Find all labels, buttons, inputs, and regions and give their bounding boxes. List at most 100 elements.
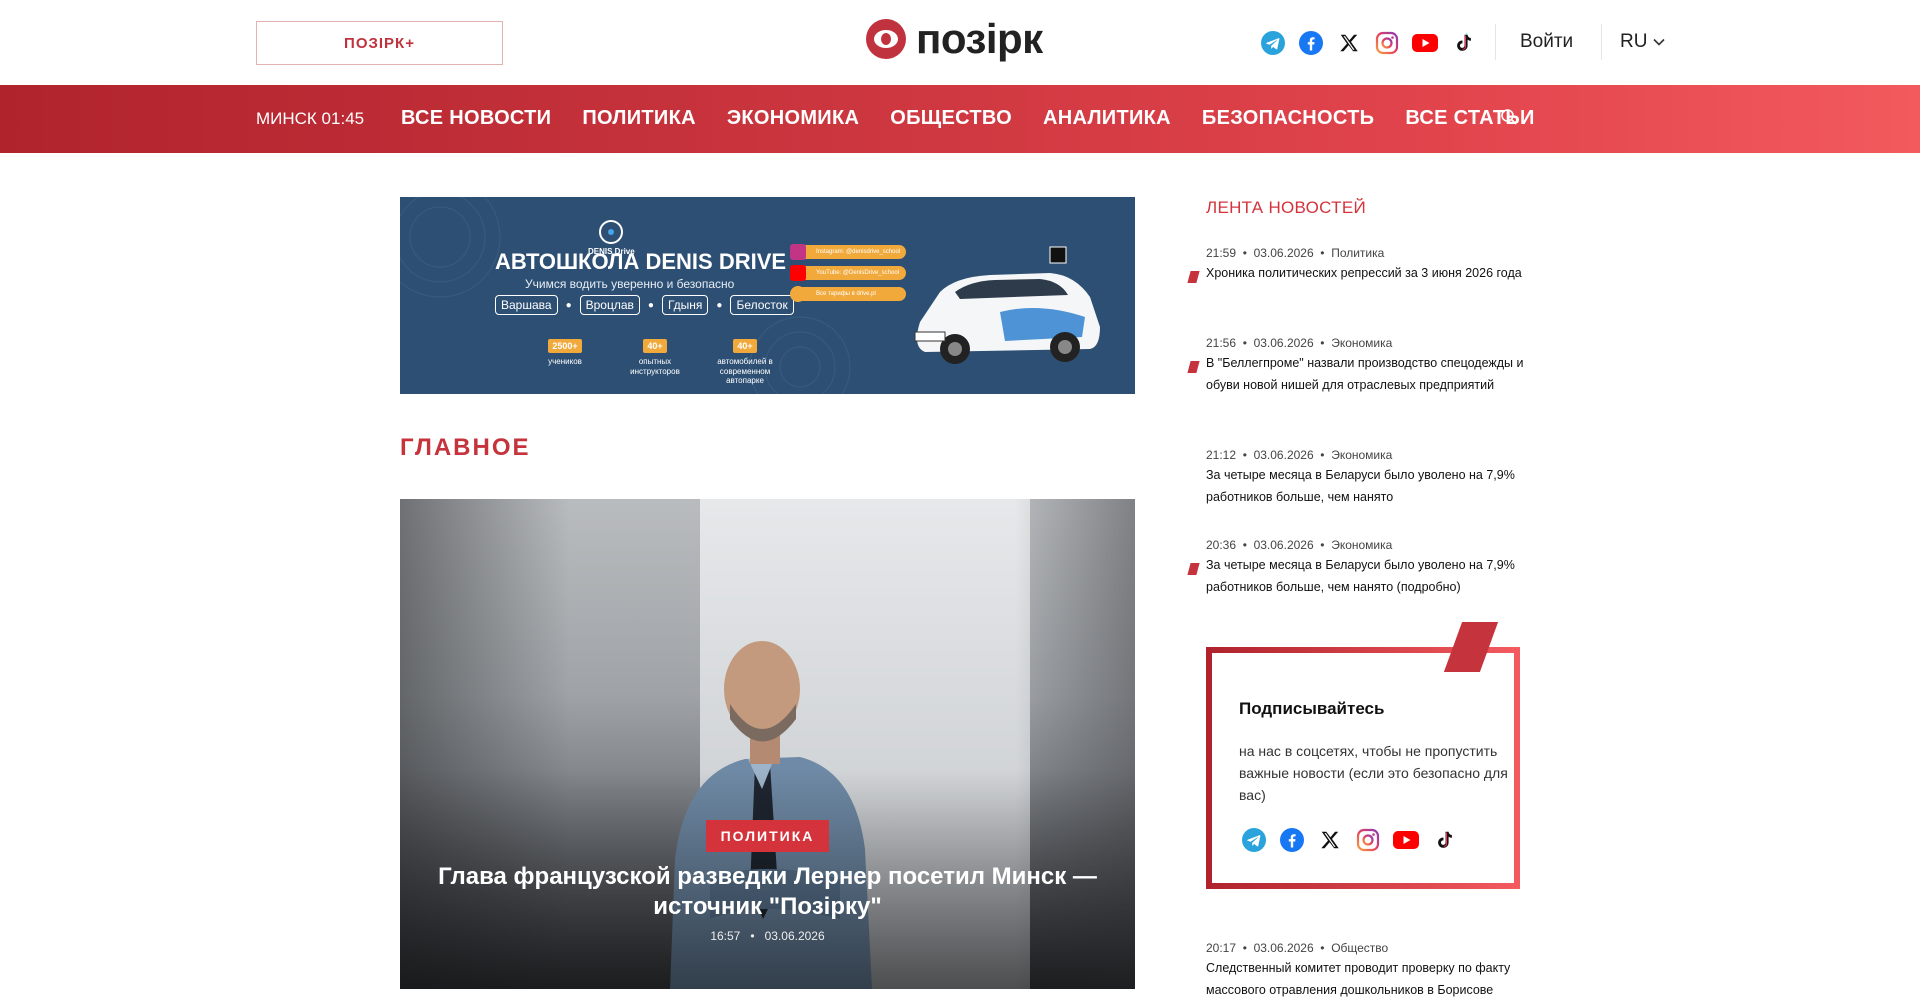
stat-item: 40+ автомобилей в современном автопарке (710, 339, 780, 386)
feed-headline[interactable]: Следственный комитет проводит проверку п… (1206, 957, 1526, 1001)
feed-item-meta: 21:12 • 03.06.2026 • Экономика (1206, 448, 1393, 462)
site-logo[interactable]: позірк (866, 18, 1043, 60)
banner-contacts: Instagram: @denisdrive_school YouTube: @… (790, 244, 906, 302)
stat-label: учеников (548, 357, 582, 366)
stat-number: 40+ (643, 339, 667, 353)
instagram-icon (790, 244, 806, 260)
city-badge: Варшава (495, 295, 558, 315)
feed-date: 03.06.2026 (1253, 246, 1314, 260)
logo-eye-icon (866, 19, 906, 59)
pozirk-plus-button[interactable]: ПОЗІРК+ (256, 21, 503, 65)
stat-item: 2500+ учеников (530, 339, 600, 386)
banner-subtitle: Учимся водить уверенно и безопасно (525, 277, 735, 291)
banner-cities: Варшава ● Вроцлав ● Гдыня ● Белосток (495, 295, 794, 315)
feed-category[interactable]: Экономика (1331, 336, 1392, 350)
ad-banner[interactable]: DENIS Drive АВТОШКОЛА DENIS DRIVE Учимся… (400, 197, 1135, 394)
language-label: RU (1620, 31, 1648, 52)
hero-article[interactable]: ПОЛИТИКА Глава французской разведки Лерн… (400, 499, 1135, 989)
contact-pill-text: YouTube: @DenisDrive_school (816, 270, 900, 276)
section-title-main: ГЛАВНОЕ (400, 434, 531, 461)
contact-pill-text: Instagram: @denisdrive_school (816, 249, 901, 255)
link-icon (790, 286, 806, 302)
instagram-icon[interactable] (1355, 827, 1381, 853)
instagram-icon[interactable] (1374, 30, 1400, 56)
banner-stats: 2500+ учеников 40+ опытных инструкторов … (530, 339, 780, 386)
chevron-down-icon (1653, 38, 1666, 46)
news-feed-item[interactable]: 20:36 • 03.06.2026 • Экономика За четыре… (1187, 538, 1526, 598)
steering-wheel-icon (599, 220, 624, 244)
news-feed-item[interactable]: 21:56 • 03.06.2026 • Экономика В "Беллег… (1187, 336, 1526, 396)
feed-time: 21:12 (1206, 448, 1237, 462)
news-feed-title[interactable]: ЛЕНТА НОВОСТЕЙ (1206, 198, 1366, 218)
nav-item-all-news[interactable]: ВСЕ НОВОСТИ (401, 107, 551, 130)
nav-item-security[interactable]: БЕЗОПАСНОСТЬ (1202, 107, 1374, 130)
stat-number: 40+ (733, 339, 757, 353)
hero-headline[interactable]: Глава французской разведки Лернер посети… (420, 862, 1115, 922)
feed-category[interactable]: Экономика (1331, 538, 1392, 552)
feed-time: 20:36 (1206, 538, 1237, 552)
news-feed-item[interactable]: 21:59 • 03.06.2026 • Политика Хроника по… (1187, 246, 1526, 284)
stat-label: опытных инструкторов (630, 357, 680, 376)
main-nav: МИНСК 01:45 ВСЕ НОВОСТИ ПОЛИТИКА ЭКОНОМИ… (0, 85, 1920, 153)
feed-time: 21:59 (1206, 246, 1237, 260)
feed-item-meta: 20:17 • 03.06.2026 • Общество (1206, 941, 1389, 955)
minsk-clock: МИНСК 01:45 (256, 109, 365, 128)
telegram-icon[interactable] (1260, 30, 1286, 56)
nav-menu: ВСЕ НОВОСТИ ПОЛИТИКА ЭКОНОМИКА ОБЩЕСТВО … (401, 107, 1535, 130)
news-feed-item[interactable]: 20:17 • 03.06.2026 • Общество Следственн… (1206, 941, 1526, 1001)
feed-headline[interactable]: Хроника политических репрессий за 3 июня… (1206, 262, 1526, 284)
feed-time: 20:17 (1206, 941, 1237, 955)
youtube-icon (790, 265, 806, 281)
hero-date: 03.06.2026 (764, 929, 825, 943)
youtube-icon[interactable] (1412, 30, 1438, 56)
subscribe-title: Подписывайтесь (1239, 699, 1385, 718)
tiktok-icon[interactable] (1450, 30, 1476, 56)
subscribe-text: на нас в соцсетях, чтобы не пропустить в… (1239, 743, 1508, 803)
category-badge[interactable]: ПОЛИТИКА (706, 820, 829, 852)
separator-dot: ● (716, 299, 723, 311)
car-image (914, 246, 1100, 364)
news-feed-item[interactable]: 21:12 • 03.06.2026 • Экономика За четыре… (1206, 448, 1526, 508)
login-link[interactable]: Войти (1520, 31, 1573, 53)
contact-pill: Instagram: @denisdrive_school (790, 244, 906, 260)
feed-date: 03.06.2026 (1253, 538, 1314, 552)
feed-headline[interactable]: За четыре месяца в Беларуси было уволено… (1206, 554, 1526, 598)
separator-dot: ● (565, 299, 572, 311)
telegram-icon[interactable] (1241, 827, 1267, 853)
nav-item-analytics[interactable]: АНАЛИТИКА (1043, 107, 1171, 130)
stat-number: 2500+ (548, 339, 582, 353)
nav-item-society[interactable]: ОБЩЕСТВО (890, 107, 1012, 130)
nav-item-politics[interactable]: ПОЛИТИКА (582, 107, 695, 130)
feed-headline[interactable]: В "Беллегпроме" назвали производство спе… (1206, 352, 1526, 396)
hero-meta: 16:57 • 03.06.2026 (400, 929, 1135, 943)
separator-dot: • (743, 929, 762, 943)
feed-category[interactable]: Политика (1331, 246, 1384, 260)
city-badge: Вроцлав (579, 295, 640, 315)
nav-item-economy[interactable]: ЭКОНОМИКА (727, 107, 859, 130)
feed-category[interactable]: Общество (1331, 941, 1388, 955)
feed-headline[interactable]: За четыре месяца в Беларуси было уволено… (1206, 464, 1526, 508)
tiktok-icon[interactable] (1431, 827, 1457, 853)
feed-date: 03.06.2026 (1253, 448, 1314, 462)
header-divider (1601, 24, 1602, 60)
youtube-icon[interactable] (1393, 827, 1419, 853)
feed-marker-icon (1187, 361, 1200, 373)
top-header: ПОЗІРК+ позірк Войти RU (0, 0, 1920, 85)
logo-text: позірк (916, 15, 1043, 62)
search-icon[interactable] (1500, 108, 1518, 131)
header-divider (1495, 24, 1496, 60)
feed-date: 03.06.2026 (1253, 336, 1314, 350)
language-selector[interactable]: RU (1620, 31, 1666, 53)
feed-category[interactable]: Экономика (1331, 448, 1392, 462)
x-icon[interactable] (1336, 30, 1362, 56)
header-socials (1260, 30, 1476, 56)
stat-label: автомобилей в современном автопарке (717, 357, 773, 386)
feed-marker-icon (1187, 271, 1200, 283)
x-icon[interactable] (1317, 827, 1343, 853)
facebook-icon[interactable] (1279, 827, 1305, 853)
city-badge: Гдыня (661, 295, 709, 315)
facebook-icon[interactable] (1298, 30, 1324, 56)
contact-pill: Все тарифы в drive.pl (790, 286, 906, 302)
banner-title: АВТОШКОЛА DENIS DRIVE (495, 249, 787, 274)
feed-time: 21:56 (1206, 336, 1237, 350)
